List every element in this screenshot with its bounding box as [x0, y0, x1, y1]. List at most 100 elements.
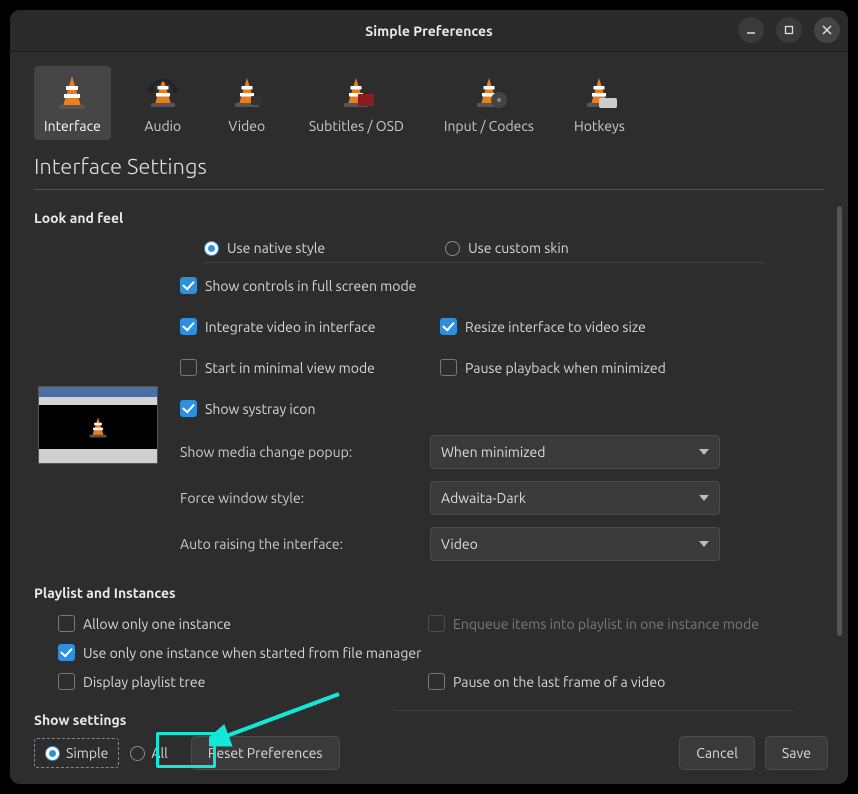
- radio-show-all[interactable]: All: [119, 738, 178, 768]
- button-label: Cancel: [696, 745, 738, 761]
- checkbox-icon: [180, 400, 197, 417]
- category-tabs: Interface Audio Video Subtitles / OSD In…: [10, 52, 848, 146]
- window-title: Simple Preferences: [365, 23, 492, 39]
- select-value: Video: [441, 536, 478, 552]
- cone-film-icon: [225, 72, 269, 112]
- divider: [204, 262, 764, 263]
- button-label: Save: [782, 745, 811, 761]
- save-button[interactable]: Save: [765, 736, 828, 770]
- settings-body: Look and feel Use native style Use custo…: [10, 198, 848, 711]
- radio-show-simple[interactable]: Simple: [34, 738, 119, 768]
- section-look-and-feel: Look and feel: [34, 210, 822, 226]
- checkbox-icon: [58, 673, 75, 690]
- radio-label: All: [151, 745, 167, 761]
- select-auto-raising[interactable]: Video: [430, 527, 720, 561]
- tab-audio[interactable]: Audio: [131, 66, 195, 140]
- radio-icon: [130, 746, 145, 761]
- radio-icon: [445, 241, 460, 256]
- check-label: Pause on the last frame of a video: [453, 674, 665, 690]
- tab-label: Interface: [44, 118, 101, 134]
- select-media-change-popup[interactable]: When minimized: [430, 435, 720, 469]
- check-label: Start in minimal view mode: [205, 360, 375, 376]
- interface-preview-thumbnail: [38, 386, 158, 464]
- chevron-down-icon: [699, 495, 709, 501]
- window-controls: [738, 17, 840, 43]
- tab-label: Audio: [144, 118, 181, 134]
- checkbox-icon: [428, 673, 445, 690]
- maximize-button[interactable]: [776, 17, 802, 43]
- checkbox-icon: [58, 644, 75, 661]
- check-label: Display playlist tree: [83, 674, 205, 690]
- select-value: When minimized: [441, 444, 545, 460]
- select-force-window-style[interactable]: Adwaita-Dark: [430, 481, 720, 515]
- close-icon: [821, 24, 833, 36]
- radio-label: Use custom skin: [468, 240, 569, 256]
- radio-native-style[interactable]: Use native style: [204, 240, 325, 256]
- check-integrate-video[interactable]: Integrate video in interface: [180, 318, 440, 335]
- check-enqueue-one-instance: Enqueue items into playlist in one insta…: [404, 615, 784, 632]
- close-button[interactable]: [814, 17, 840, 43]
- minimize-icon: [745, 24, 757, 36]
- radio-icon: [45, 746, 60, 761]
- preferences-window: Simple Preferences Interface Audio: [10, 10, 848, 784]
- cone-disc-icon: [467, 72, 511, 112]
- check-show-systray[interactable]: Show systray icon: [180, 400, 440, 417]
- checkbox-icon: [428, 615, 445, 632]
- minimize-button[interactable]: [738, 17, 764, 43]
- reset-preferences-button[interactable]: Reset Preferences: [191, 736, 340, 770]
- cone-icon: [50, 72, 94, 112]
- maximize-icon: [783, 24, 795, 36]
- check-label: Allow only one instance: [83, 616, 231, 632]
- tab-video[interactable]: Video: [215, 66, 279, 140]
- check-label: Use only one instance when started from …: [83, 645, 421, 661]
- check-label: Resize interface to video size: [465, 319, 646, 335]
- select-value: Adwaita-Dark: [441, 490, 526, 506]
- checkbox-icon: [180, 277, 197, 294]
- check-start-minimal[interactable]: Start in minimal view mode: [180, 359, 440, 376]
- tab-label: Hotkeys: [574, 118, 625, 134]
- radio-label: Use native style: [227, 240, 325, 256]
- page-title: Interface Settings: [10, 146, 848, 189]
- tab-label: Input / Codecs: [444, 118, 534, 134]
- divider: [34, 189, 824, 190]
- style-radio-group: Use native style Use custom skin: [34, 240, 822, 256]
- check-label: Pause playback when minimized: [465, 360, 666, 376]
- check-allow-one-instance[interactable]: Allow only one instance: [34, 615, 404, 632]
- checkbox-icon: [58, 615, 75, 632]
- radio-label: Simple: [66, 745, 108, 761]
- titlebar: Simple Preferences: [10, 10, 848, 52]
- check-display-playlist-tree[interactable]: Display playlist tree: [34, 673, 404, 690]
- cone-text-icon: [334, 72, 378, 112]
- section-playlist-instances: Playlist and Instances: [34, 585, 822, 601]
- show-settings-radio-group: Simple All: [34, 738, 179, 768]
- check-one-instance-file-manager[interactable]: Use only one instance when started from …: [34, 644, 822, 661]
- cone-keyboard-icon: [577, 72, 621, 112]
- check-label: Integrate video in interface: [205, 319, 376, 335]
- chevron-down-icon: [699, 541, 709, 547]
- check-show-controls-fullscreen[interactable]: Show controls in full screen mode: [180, 277, 440, 294]
- cone-headphones-icon: [141, 72, 185, 112]
- check-label: Show systray icon: [205, 401, 315, 417]
- preview-column: [34, 277, 162, 573]
- tab-label: Video: [228, 118, 265, 134]
- cancel-button[interactable]: Cancel: [679, 736, 755, 770]
- tab-hotkeys[interactable]: Hotkeys: [564, 66, 635, 140]
- button-label: Reset Preferences: [208, 745, 323, 761]
- tab-interface[interactable]: Interface: [34, 66, 111, 140]
- label-auto-raising: Auto raising the interface:: [180, 536, 420, 552]
- check-pause-minimized[interactable]: Pause playback when minimized: [440, 359, 740, 376]
- radio-custom-skin[interactable]: Use custom skin: [445, 240, 569, 256]
- tab-subtitles[interactable]: Subtitles / OSD: [299, 66, 414, 140]
- tab-input-codecs[interactable]: Input / Codecs: [434, 66, 544, 140]
- radio-icon: [204, 241, 219, 256]
- check-pause-last-frame[interactable]: Pause on the last frame of a video: [404, 673, 784, 690]
- checkbox-icon: [440, 359, 457, 376]
- divider: [394, 710, 794, 711]
- scrollbar[interactable]: [837, 206, 842, 636]
- tab-label: Subtitles / OSD: [309, 118, 404, 134]
- checkbox-icon: [180, 318, 197, 335]
- label-force-window-style: Force window style:: [180, 490, 420, 506]
- check-label: Enqueue items into playlist in one insta…: [453, 616, 759, 632]
- show-settings-title: Show settings: [34, 712, 828, 728]
- check-resize-interface[interactable]: Resize interface to video size: [440, 318, 740, 335]
